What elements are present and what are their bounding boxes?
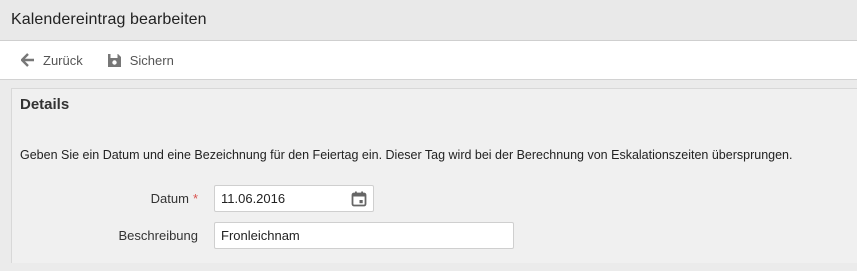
arrow-left-icon (21, 53, 34, 67)
date-label-group: Datum * (18, 191, 198, 206)
date-input[interactable]: 11.06.2016 (214, 185, 374, 212)
description-label: Beschreibung (118, 228, 199, 243)
save-button-label: Sichern (129, 52, 174, 68)
page-title: Kalendereintrag bearbeiten (11, 11, 207, 28)
date-label: Datum (150, 191, 189, 206)
description-value: Fronleichnam (221, 228, 300, 243)
description-input[interactable]: Fronleichnam (214, 222, 514, 249)
description-label-wrap: Beschreibung (18, 228, 199, 243)
floppy-disk-icon (107, 53, 121, 67)
details-description: Geben Sie ein Datum und eine Bezeichnung… (20, 148, 793, 162)
calendar-icon[interactable] (351, 191, 367, 207)
title-bar: Kalendereintrag bearbeiten (0, 0, 857, 41)
content-area: Details Geben Sie ein Datum und eine Bez… (0, 80, 857, 271)
back-button[interactable]: Zurück (21, 53, 83, 68)
details-panel: Details Geben Sie ein Datum und eine Bez… (11, 88, 857, 263)
toolbar: Zurück Sichern (0, 41, 857, 80)
date-value: 11.06.2016 (221, 191, 286, 206)
details-heading: Details (20, 96, 70, 113)
save-button[interactable]: Sichern (107, 53, 174, 68)
required-marker: * (192, 191, 198, 206)
back-button-label: Zurück (43, 52, 83, 68)
